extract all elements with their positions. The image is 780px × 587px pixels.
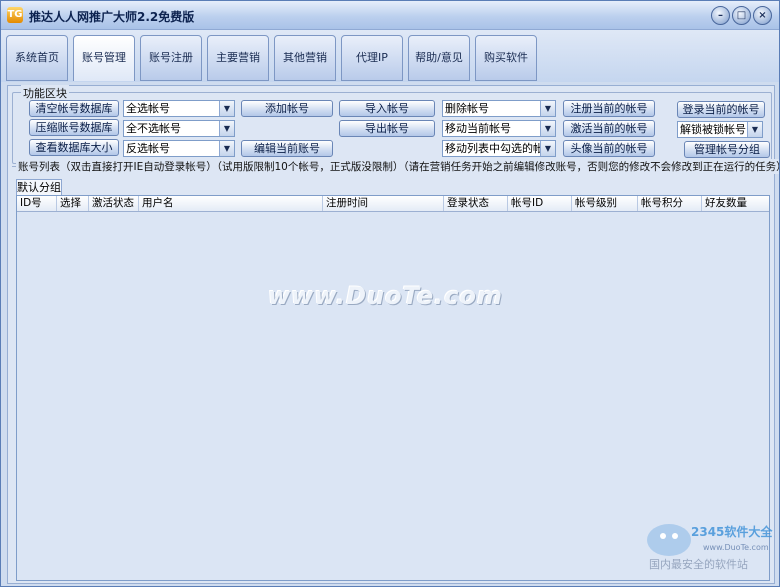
move-account-value: 移动当前帐号 [445, 122, 511, 135]
window-title: 推达人人网推广大师2.2免费版 [29, 10, 195, 24]
function-area-group: 功能区块 清空帐号数据库 压缩账号数据库 查看数据库大小 全选帐号 ▼ 全不选帐… [12, 85, 772, 164]
tab-account-register[interactable]: 账号注册 [140, 35, 202, 81]
column-header-login-status[interactable]: 登录状态 [444, 196, 508, 211]
chevron-down-icon: ▼ [540, 121, 555, 136]
chevron-down-icon: ▼ [219, 121, 234, 136]
app-window: TG 推达人人网推广大师2.2免费版 – □ × 系统首页 账号管理 账号注册 … [0, 0, 780, 587]
chevron-down-icon: ▼ [219, 141, 234, 156]
select-none-value: 全不选帐号 [126, 122, 181, 135]
tab-buy-software[interactable]: 购买软件 [475, 35, 537, 81]
column-header-register-time[interactable]: 注册时间 [323, 196, 444, 211]
minimize-button[interactable]: – [711, 6, 730, 25]
column-header-activation[interactable]: 激活状态 [89, 196, 139, 211]
chevron-down-icon: ▼ [540, 141, 555, 156]
column-header-account-points[interactable]: 帐号积分 [638, 196, 702, 211]
select-none-dropdown[interactable]: 全不选帐号 ▼ [123, 120, 235, 137]
export-accounts-button[interactable]: 导出帐号 [339, 120, 435, 137]
main-tab-bar: 系统首页 账号管理 账号注册 主要营销 其他营销 代理IP 帮助/意见 购买软件 [1, 30, 779, 82]
move-account-dropdown[interactable]: 移动当前帐号 ▼ [442, 120, 556, 137]
tab-default-group[interactable]: 默认分组 [16, 179, 62, 196]
unlock-account-dropdown[interactable]: 解锁被锁帐号 ▼ [677, 121, 763, 138]
tab-other-marketing[interactable]: 其他营销 [274, 35, 336, 81]
edit-account-button[interactable]: 编辑当前账号 [241, 140, 333, 157]
select-all-value: 全选帐号 [126, 102, 170, 115]
corner-site-text: www.DuoTe.com [703, 543, 769, 552]
add-account-button[interactable]: 添加帐号 [241, 100, 333, 117]
database-size-button[interactable]: 查看数据库大小 [29, 139, 119, 156]
delete-account-value: 删除帐号 [445, 102, 489, 115]
unlock-account-value: 解锁被锁帐号 [680, 123, 746, 136]
column-header-friend-count[interactable]: 好友数量 [702, 196, 769, 211]
manage-groups-button[interactable]: 管理帐号分组 [684, 141, 770, 158]
clear-database-button[interactable]: 清空帐号数据库 [29, 100, 119, 117]
column-header-account-level[interactable]: 帐号级别 [572, 196, 638, 211]
avatar-current-button[interactable]: 头像当前的帐号 [563, 140, 655, 157]
chevron-down-icon: ▼ [747, 122, 762, 137]
account-table-header: ID号 选择 激活状态 用户名 注册时间 登录状态 帐号ID 帐号级别 帐号积分… [17, 196, 769, 212]
column-header-username[interactable]: 用户名 [139, 196, 323, 211]
close-button[interactable]: × [753, 6, 772, 25]
activate-current-button[interactable]: 激活当前的帐号 [563, 120, 655, 137]
chevron-down-icon: ▼ [219, 101, 234, 116]
column-header-account-id[interactable]: 帐号ID [508, 196, 572, 211]
maximize-button[interactable]: □ [732, 6, 751, 25]
register-current-button[interactable]: 注册当前的帐号 [563, 100, 655, 117]
mascot-icon [647, 524, 691, 556]
tab-proxy-ip[interactable]: 代理IP [341, 35, 403, 81]
tab-help-feedback[interactable]: 帮助/意见 [408, 35, 470, 81]
delete-account-dropdown[interactable]: 删除帐号 ▼ [442, 100, 556, 117]
tab-system-home[interactable]: 系统首页 [6, 35, 68, 81]
invert-selection-dropdown[interactable]: 反选帐号 ▼ [123, 140, 235, 157]
corner-slogan-text: 国内最安全的软件站 [649, 557, 748, 571]
login-current-button[interactable]: 登录当前的帐号 [677, 101, 765, 118]
account-list-notice: 账号列表（双击直接打开IE自动登录帐号）（试用版限制10个帐号，正式版没限制）（… [16, 159, 779, 174]
import-accounts-button[interactable]: 导入帐号 [339, 100, 435, 117]
move-checked-dropdown[interactable]: 移动列表中勾选的帐 ▼ [442, 140, 556, 157]
invert-selection-value: 反选帐号 [126, 142, 170, 155]
select-all-dropdown[interactable]: 全选帐号 ▼ [123, 100, 235, 117]
duote-watermark: www.DuoTe.com [268, 282, 503, 310]
function-area-legend: 功能区块 [21, 85, 69, 101]
app-logo-icon: TG [7, 7, 23, 23]
compress-database-button[interactable]: 压缩账号数据库 [29, 119, 119, 136]
software-site-watermark: 2345软件大全 www.DuoTe.com 国内最安全的软件站 [647, 524, 773, 571]
chevron-down-icon: ▼ [540, 101, 555, 116]
tab-account-management[interactable]: 账号管理 [73, 35, 135, 81]
column-header-id[interactable]: ID号 [17, 196, 57, 211]
column-header-select[interactable]: 选择 [57, 196, 89, 211]
move-checked-value: 移动列表中勾选的帐 [445, 142, 544, 155]
title-bar: TG 推达人人网推广大师2.2免费版 – □ × [1, 1, 779, 30]
corner-brand-text: 2345软件大全 [691, 524, 773, 539]
tab-main-marketing[interactable]: 主要营销 [207, 35, 269, 81]
